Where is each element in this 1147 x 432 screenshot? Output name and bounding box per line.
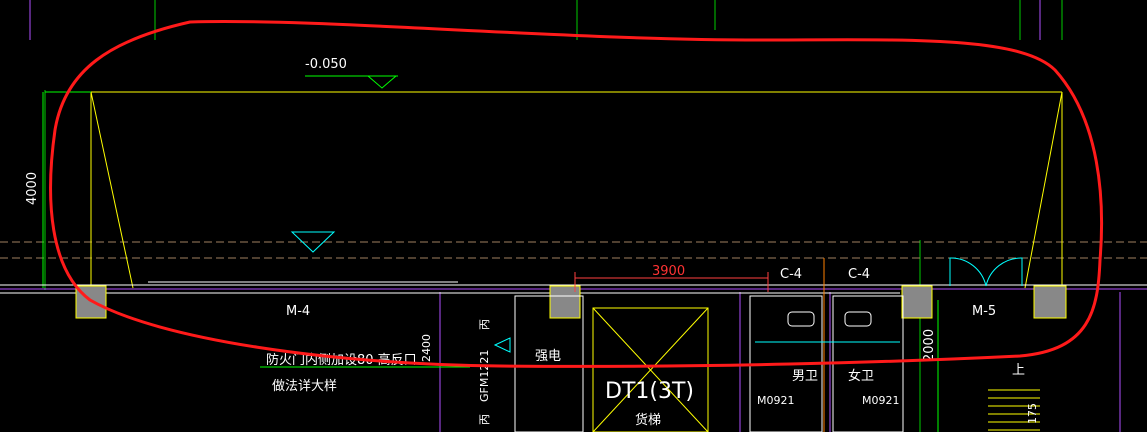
electric-room-label: 强电 <box>535 349 561 364</box>
elevation-label: -0.050 <box>305 57 347 72</box>
electric-arrow-icon <box>493 337 511 353</box>
door-code-a: M0921 <box>757 394 795 407</box>
male-wc-label: 男卫 <box>792 369 818 384</box>
horizontal-dimension-text: 3900 <box>652 264 685 279</box>
vertical-dimension: 4000 <box>25 92 44 288</box>
lift-code: DT1(3T) <box>605 379 694 404</box>
sink-icon-2 <box>844 311 872 327</box>
cad-drawing-canvas: -0.050 4000 M-4 M-5 3900 C-4 C-4 DT1(3T)… <box>0 0 1147 432</box>
window-label-a: C-4 <box>780 267 802 282</box>
vertical-dimension-text: 4000 <box>25 172 40 205</box>
note-line-2: 做法详大样 <box>272 379 337 394</box>
lift-name: 货梯 <box>635 412 661 428</box>
columns <box>75 285 1067 319</box>
door-swing-m5 <box>949 257 1023 287</box>
stair-dimension: 175 <box>1026 403 1039 424</box>
column-3 <box>901 285 933 319</box>
small-dimension: 2400 <box>420 334 433 362</box>
fire-door-code: GFM1221 <box>478 350 491 402</box>
horizontal-dimension: 3900 <box>574 264 769 292</box>
elevation-marker: -0.050 <box>305 57 398 89</box>
door-code-b: M0921 <box>862 394 900 407</box>
right-dimension: 2000 <box>922 329 937 362</box>
door-label-m4: M-4 <box>286 304 310 319</box>
fire-class-2: 丙 <box>478 414 491 425</box>
note-line-1: 防火门内侧加设80 高反口 <box>266 352 417 368</box>
ramp-outline <box>45 91 1063 289</box>
female-wc-label: 女卫 <box>848 368 874 384</box>
sink-icon-1 <box>787 311 815 327</box>
door-label-m5: M-5 <box>972 304 996 319</box>
column-4 <box>1033 285 1067 319</box>
stair-up-label: 上 <box>1012 363 1025 378</box>
window-label-b: C-4 <box>848 267 870 282</box>
fire-class-1: 丙 <box>478 319 491 330</box>
